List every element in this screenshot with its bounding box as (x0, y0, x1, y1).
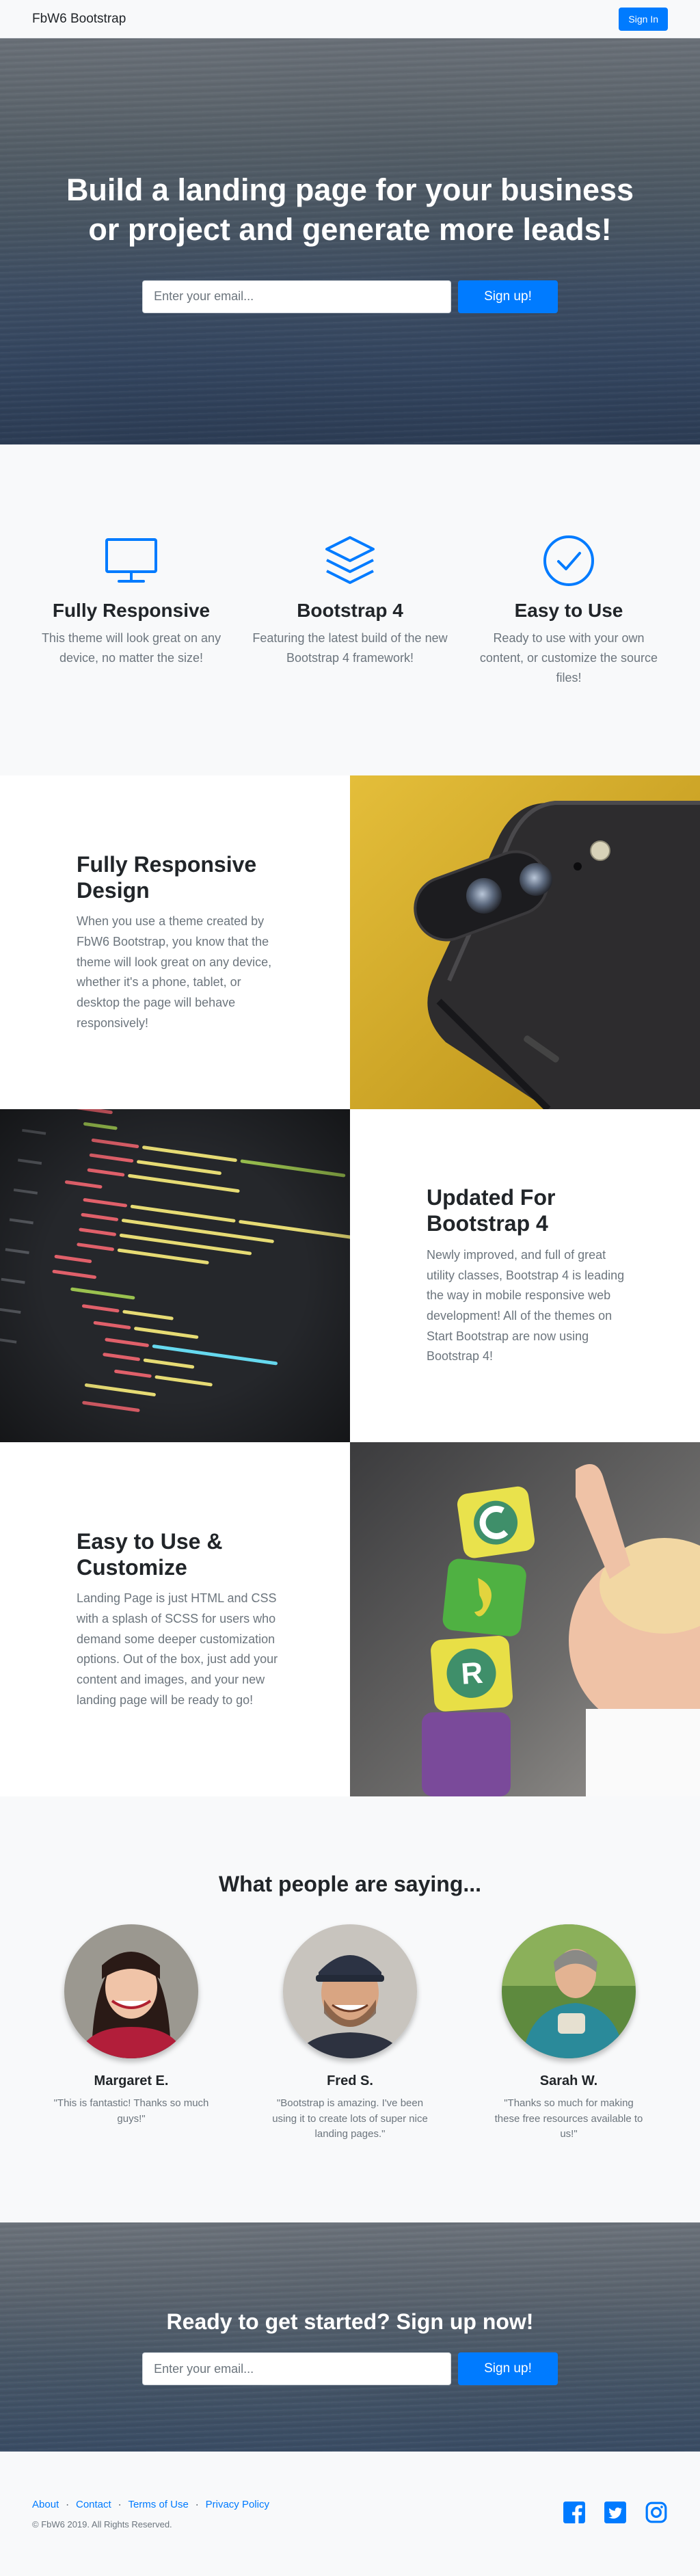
masthead-signup-form: Sign up! (142, 280, 558, 313)
separator-dot: ⋅ (195, 2499, 199, 2511)
testimonial-name: Margaret E. (94, 2073, 169, 2088)
showcase-title: Updated For Bootstrap 4 (427, 1185, 556, 1236)
features-section: Fully Responsive This theme will look gr… (0, 444, 700, 775)
feature-title: Easy to Use (514, 600, 623, 621)
copyright: © FbW6 2019. All Rights Reserved. (32, 2519, 172, 2529)
showcase-section: Fully Responsive Design When you use a t… (0, 775, 700, 1796)
check-circle-icon (543, 535, 594, 586)
feature-text: This theme will look great on any device… (41, 631, 221, 665)
feature-text: Ready to use with your own content, or c… (479, 631, 658, 685)
testimonials-section: What people are saying... Margaret E. "T… (0, 1796, 700, 2222)
code-image (0, 1109, 350, 1442)
social-links (563, 2501, 668, 2527)
testimonial-quote: "This is fantastic! Thanks so much guys!… (53, 2097, 209, 2125)
separator-dot: ⋅ (66, 2499, 69, 2511)
showcase-text: Easy to Use & Customize Landing Page is … (0, 1442, 350, 1796)
avatar (64, 1924, 198, 2058)
layers-icon (325, 536, 375, 584)
avatar (283, 1924, 417, 2058)
masthead: Build a landing page for your business o… (0, 38, 700, 444)
showcase-title: Fully Responsive Design (77, 851, 257, 903)
feature-text: Featuring the latest build of the new Bo… (252, 631, 448, 665)
showcase-row: Updated For Bootstrap 4 Newly improved, … (0, 1109, 700, 1442)
feature-item: Fully Responsive This theme will look gr… (22, 533, 241, 775)
testimonial-item: Fred S. "Bootstrap is amazing. I've been… (241, 1924, 459, 2142)
feature-item: Easy to Use Ready to use with your own c… (459, 533, 678, 775)
testimonials-row: Margaret E. "This is fantastic! Thanks s… (0, 1924, 700, 2142)
showcase-title: Easy to Use & Customize (77, 1528, 223, 1580)
cta-signup-button[interactable]: Sign up! (458, 2352, 558, 2385)
monitor-icon (105, 538, 157, 583)
cta-section: Ready to get started? Sign up now! Sign … (0, 2222, 700, 2452)
showcase-body: Landing Page is just HTML and CSS with a… (77, 1591, 278, 1707)
footer-link-privacy[interactable]: Privacy Policy (206, 2499, 269, 2510)
showcase-text: Updated For Bootstrap 4 Newly improved, … (350, 1109, 700, 1442)
showcase-text: Fully Responsive Design When you use a t… (0, 775, 350, 1109)
testimonial-item: Sarah W. "Thanks so much for making thes… (459, 1924, 678, 2142)
avatar (502, 1924, 636, 2058)
showcase-body: When you use a theme created by FbW6 Boo… (77, 914, 272, 1030)
showcase-body: Newly improved, and full of great utilit… (427, 1247, 625, 1364)
separator-dot: ⋅ (118, 2499, 122, 2511)
navbar: FbW6 Bootstrap Sign In (0, 0, 700, 38)
masthead-signup-button[interactable]: Sign up! (458, 280, 558, 313)
feature-title: Bootstrap 4 (297, 600, 403, 621)
cta-heading: Ready to get started? Sign up now! (166, 2309, 534, 2334)
testimonial-item: Margaret E. "This is fantastic! Thanks s… (22, 1924, 241, 2142)
cta-email-input[interactable] (142, 2352, 452, 2385)
feature-item: Bootstrap 4 Featuring the latest build o… (241, 533, 459, 775)
blocks-image: R (350, 1442, 700, 1796)
masthead-heading: Build a landing page for your business o… (66, 172, 634, 248)
testimonial-quote: "Bootstrap is amazing. I've been using i… (272, 2097, 428, 2140)
showcase-row: Fully Responsive Design When you use a t… (0, 775, 700, 1109)
instagram-icon[interactable] (645, 2501, 668, 2527)
brand-link[interactable]: FbW6 Bootstrap (32, 12, 126, 27)
phone-image (350, 775, 700, 1109)
testimonial-name: Sarah W. (539, 2073, 598, 2088)
showcase-row: Easy to Use & Customize Landing Page is … (0, 1442, 700, 1796)
footer: About ⋅ Contact ⋅ Terms of Use ⋅ Privacy… (0, 2452, 700, 2576)
testimonial-name: Fred S. (327, 2073, 373, 2088)
feature-title: Fully Responsive (52, 600, 211, 621)
footer-link-contact[interactable]: Contact (76, 2499, 111, 2510)
footer-links: About ⋅ Contact ⋅ Terms of Use ⋅ Privacy… (32, 2499, 269, 2511)
twitter-icon[interactable] (604, 2501, 627, 2527)
footer-link-terms[interactable]: Terms of Use (128, 2499, 188, 2510)
facebook-icon[interactable] (563, 2501, 586, 2527)
cta-signup-form: Sign up! (142, 2352, 558, 2385)
sign-in-button[interactable]: Sign In (619, 7, 668, 31)
testimonials-heading: What people are saying... (218, 1872, 482, 1896)
masthead-email-input[interactable] (142, 280, 452, 313)
svg-text:R: R (460, 1656, 484, 1691)
footer-link-about[interactable]: About (32, 2499, 59, 2510)
testimonial-quote: "Thanks so much for making these free re… (494, 2097, 643, 2140)
